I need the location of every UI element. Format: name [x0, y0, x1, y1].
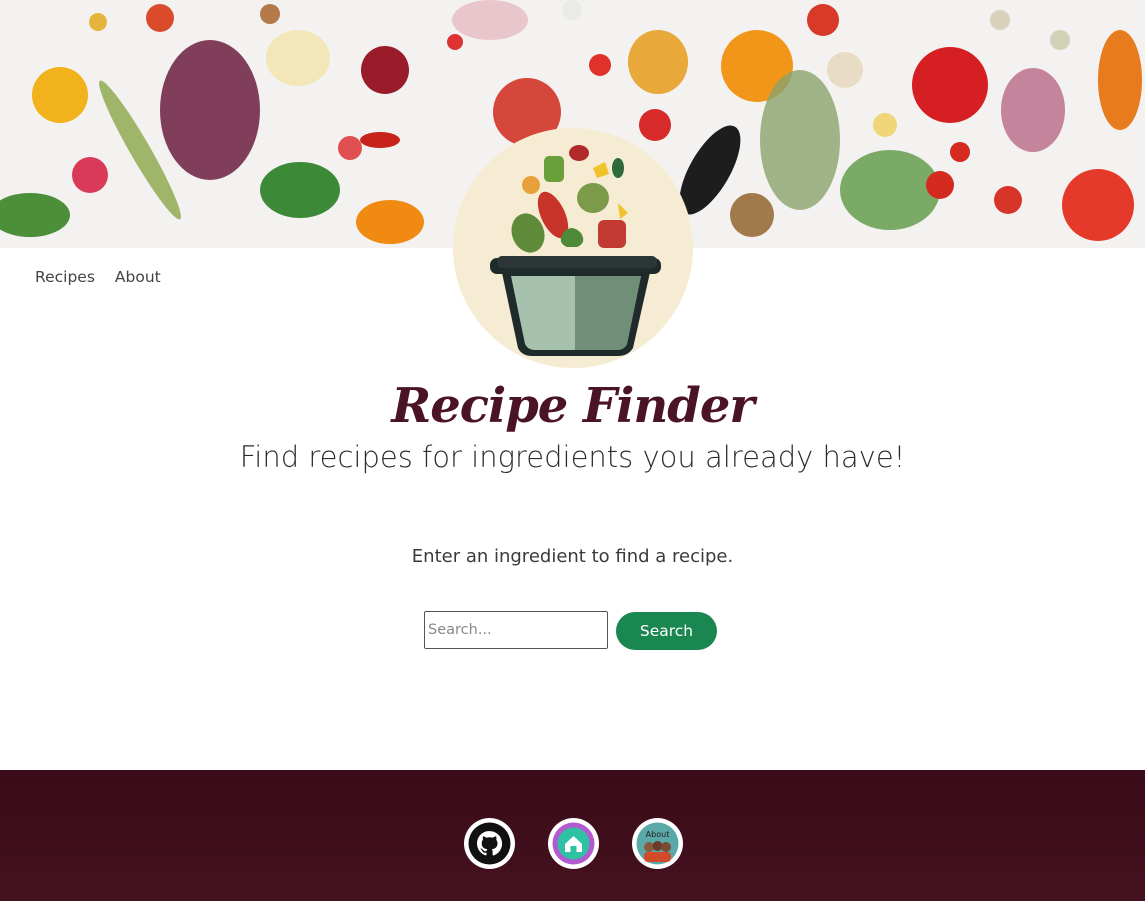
about-icon[interactable]: About — [632, 818, 683, 869]
page-subtitle: Find recipes for ingredients you already… — [239, 440, 906, 474]
nav-link-about[interactable]: About — [115, 268, 161, 286]
search-form: Search — [424, 610, 717, 650]
github-icon[interactable] — [464, 818, 515, 869]
nav-link-recipes[interactable]: Recipes — [35, 268, 95, 286]
footer-links: About — [464, 818, 683, 869]
search-prompt: Enter an ingredient to find a recipe. — [411, 546, 734, 567]
pot-logo-icon — [453, 128, 693, 368]
footer: About — [0, 770, 1145, 901]
home-icon[interactable] — [548, 818, 599, 869]
main-nav: Recipes About — [35, 268, 161, 286]
search-input[interactable] — [424, 611, 608, 649]
page-title: Recipe Finder — [391, 378, 754, 434]
about-icon-label: About — [646, 830, 670, 839]
search-button[interactable]: Search — [616, 612, 717, 650]
